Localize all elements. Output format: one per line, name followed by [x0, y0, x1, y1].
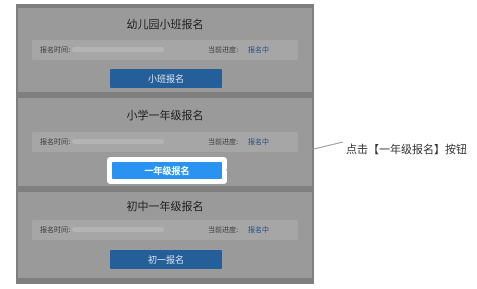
card-title: 小学一年级报名	[126, 109, 204, 122]
middle-grade1-signup-button[interactable]: 初一报名	[110, 250, 222, 269]
card-kindergarten: 幼儿园小班报名 报名时间: 当前进度: 报名中 小班报名	[18, 8, 312, 92]
time-label: 报名时间:	[40, 46, 71, 54]
time-label: 报名时间:	[40, 226, 71, 234]
time-value-blurred	[72, 227, 164, 232]
card-title: 初中一年级报名	[126, 200, 204, 213]
status-value: 报名中	[248, 138, 269, 146]
instruction-callout: 点击【一年级报名】按钮	[346, 143, 467, 156]
card-primary-grade1: 小学一年级报名 报名时间: 当前进度: 报名中 一年级报名	[18, 98, 312, 186]
time-value-blurred	[72, 47, 164, 52]
info-row: 报名时间: 当前进度: 报名中	[32, 132, 298, 152]
grade1-signup-button[interactable]: 一年级报名	[112, 162, 222, 179]
status-label: 当前进度:	[208, 226, 239, 234]
status-label: 当前进度:	[208, 46, 239, 54]
info-row: 报名时间: 当前进度: 报名中	[32, 220, 298, 240]
time-value-blurred	[72, 139, 164, 144]
card-middle-grade1: 初中一年级报名 报名时间: 当前进度: 报名中 初一报名	[18, 192, 312, 278]
status-label: 当前进度:	[208, 138, 239, 146]
status-value: 报名中	[248, 226, 269, 234]
status-value: 报名中	[248, 46, 269, 54]
kindergarten-signup-button[interactable]: 小班报名	[110, 69, 222, 88]
time-label: 报名时间:	[40, 138, 71, 146]
info-row: 报名时间: 当前进度: 报名中	[32, 40, 298, 60]
card-title: 幼儿园小班报名	[126, 18, 204, 31]
